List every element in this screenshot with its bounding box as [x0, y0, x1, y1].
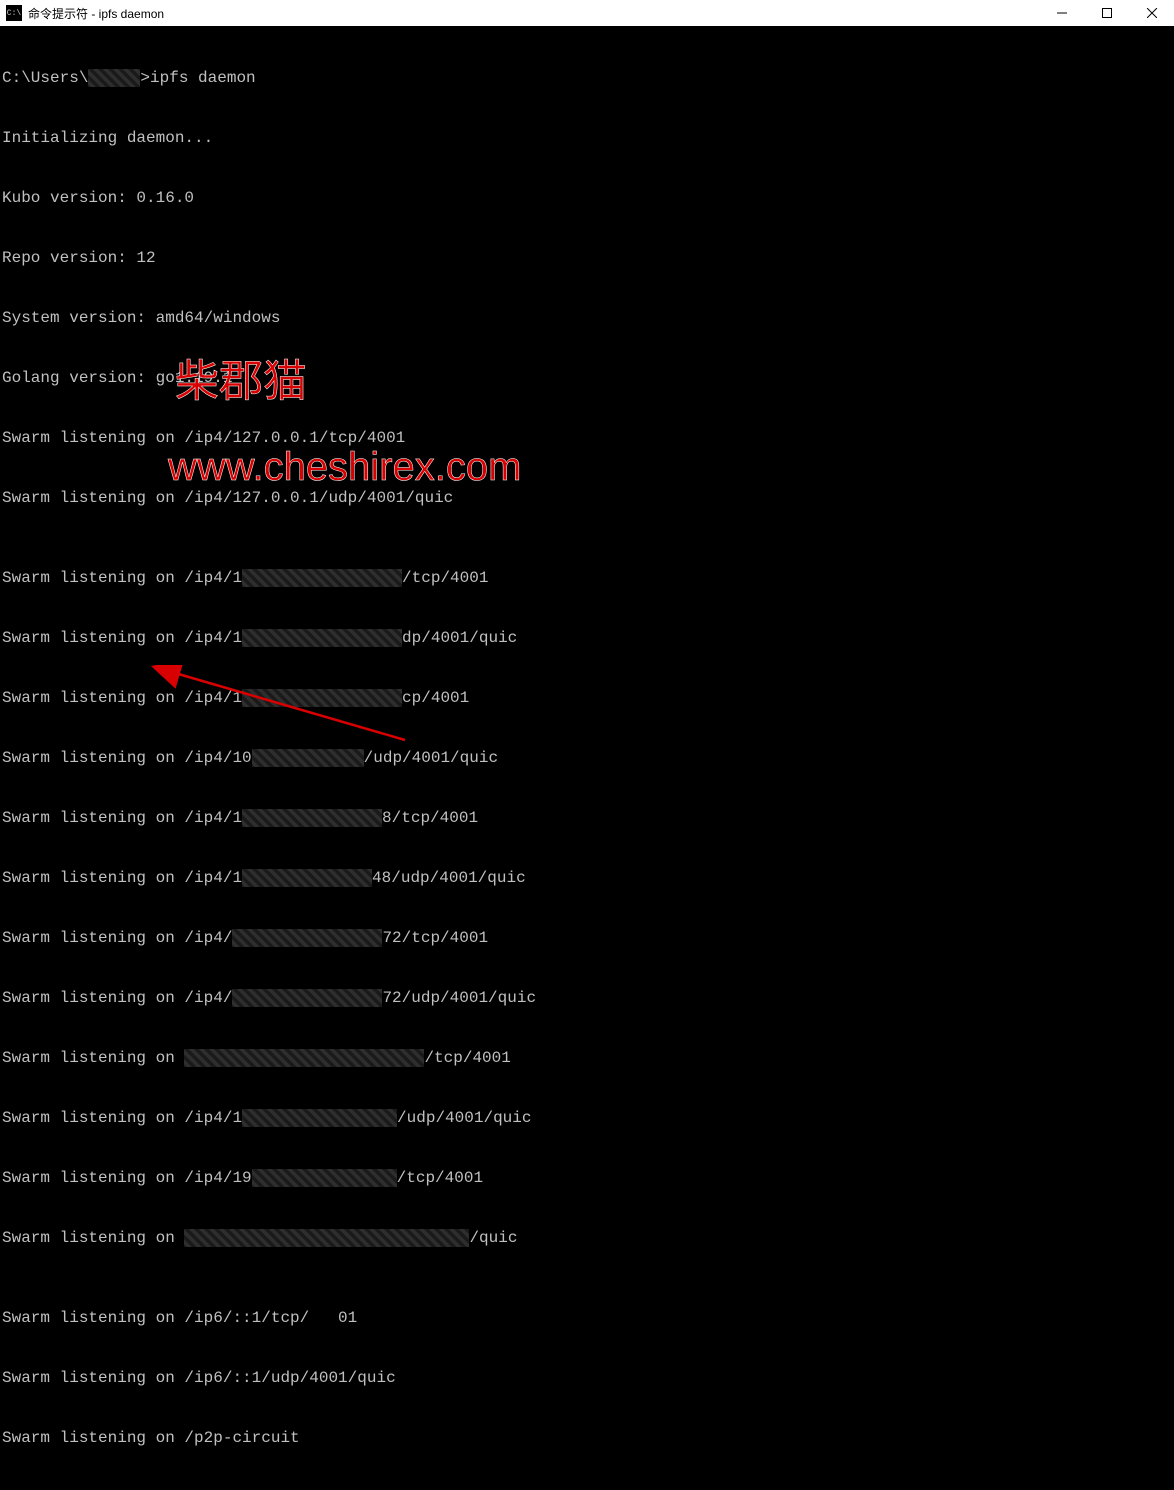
window-title: 命令提示符 - ipfs daemon — [28, 5, 164, 22]
line-suffix: 48/udp/4001/quic — [372, 869, 526, 887]
line-prefix: Swarm listening on /ip4/1 — [2, 809, 242, 827]
output-line: Swarm listening on /quic — [2, 1228, 1174, 1248]
output-line: Swarm listening on /ip4/72/udp/4001/quic — [2, 988, 1174, 1008]
line-suffix: /tcp/4001 — [424, 1049, 510, 1067]
output-line: Swarm listening on /ip4/1 48/udp/4001/qui… — [2, 868, 1174, 888]
redacted-ip — [232, 929, 382, 947]
output-line: Swarm listening on /ip4/72/tcp/4001 — [2, 928, 1174, 948]
line-suffix: /tcp/4001 — [397, 1169, 483, 1187]
line-prefix: Swarm listening on /ip4/1 — [2, 869, 242, 887]
line-suffix: 72/tcp/4001 — [382, 929, 488, 947]
line-suffix: 72/udp/4001/quic — [382, 989, 536, 1007]
line-suffix: /quic — [469, 1229, 517, 1247]
output-line: Swarm listening on /p2p-circuit — [2, 1428, 1174, 1448]
output-line: Swarm listening on /ip4/10/udp/4001/quic — [2, 748, 1174, 768]
line-prefix: Swarm listening on /ip4/ — [2, 929, 232, 947]
output-line: Swarm listening on /ip4/1 dp/4001/quic — [2, 628, 1174, 648]
line-prefix: Swarm listening on /ip4/1 — [2, 569, 242, 587]
line-prefix: Swarm listening on — [2, 1229, 184, 1247]
line-prefix: Swarm listening on /ip4/1 — [2, 689, 242, 707]
output-line: Swarm listening on /ip4/19/tcp/4001 — [2, 1168, 1174, 1188]
output-line: Swarm listening on /ip4/1 8/tcp/4001 — [2, 808, 1174, 828]
line-suffix: /udp/4001/quic — [397, 1109, 531, 1127]
terminal-output[interactable]: C:\Users\ >ipfs daemon Initializing daemo… — [0, 26, 1174, 1490]
redacted-ip — [232, 989, 382, 1007]
minimize-button[interactable] — [1039, 0, 1084, 26]
line-prefix: Swarm listening on /ip4/ — [2, 989, 232, 1007]
output-line: Swarm listening on /ip6/::1/udp/4001/qui… — [2, 1368, 1174, 1388]
redacted-ip — [242, 809, 382, 827]
redacted-ip — [242, 689, 402, 707]
redacted-user — [88, 69, 140, 87]
maximize-button[interactable] — [1084, 0, 1129, 26]
line-prefix: Swarm listening on /ip4/10 — [2, 749, 252, 767]
redacted-ip — [242, 629, 402, 647]
line-suffix: cp/4001 — [402, 689, 469, 707]
redacted-ip — [242, 869, 372, 887]
close-button[interactable] — [1129, 0, 1174, 26]
output-line: Swarm listening on /ip4/127.0.0.1/udp/40… — [2, 488, 1174, 508]
redacted-ip — [242, 1109, 397, 1127]
line-prefix: Swarm listening on /ip4/1 — [2, 629, 242, 647]
line-suffix: /tcp/4001 — [402, 569, 488, 587]
redacted-ip — [184, 1049, 424, 1067]
output-line: Swarm listening on /ip4/127.0.0.1/tcp/40… — [2, 428, 1174, 448]
output-line: System version: amd64/windows — [2, 308, 1174, 328]
output-line: Swarm listening on /ip4/1/tcp/4001 — [2, 568, 1174, 588]
output-line: Swarm announcing /ip4/127.0.0.1/tcp/4001 — [2, 1488, 1174, 1490]
output-line: Swarm listening on /ip4/1/udp/4001/quic — [2, 1108, 1174, 1128]
output-line: Swarm listening on /ip6/::1/tcp/ 01 — [2, 1308, 1174, 1328]
line-prefix: Swarm listening on /ip4/19 — [2, 1169, 252, 1187]
line-suffix: /udp/4001/quic — [364, 749, 498, 767]
redacted-ip — [252, 1169, 397, 1187]
redacted-ip — [252, 749, 364, 767]
prompt-prefix: C:\Users\ — [2, 69, 88, 87]
output-line: Repo version: 12 — [2, 248, 1174, 268]
cmd-icon: C:\ — [6, 5, 22, 21]
redacted-ip — [184, 1229, 469, 1247]
output-line: Initializing daemon... — [2, 128, 1174, 148]
line-suffix: dp/4001/quic — [402, 629, 517, 647]
prompt-suffix: >ipfs daemon — [140, 69, 255, 87]
output-line: Golang version: go1.19.1 — [2, 368, 1174, 388]
output-line: Swarm listening on /ip4/1 cp/4001 — [2, 688, 1174, 708]
line-prefix: Swarm listening on — [2, 1049, 184, 1067]
window-controls — [1039, 0, 1174, 26]
line-suffix: 8/tcp/4001 — [382, 809, 478, 827]
prompt-line: C:\Users\ >ipfs daemon — [2, 68, 1174, 88]
line-prefix: Swarm listening on /ip4/1 — [2, 1109, 242, 1127]
output-line: Kubo version: 0.16.0 — [2, 188, 1174, 208]
redacted-ip — [242, 569, 402, 587]
window-titlebar: C:\ 命令提示符 - ipfs daemon — [0, 0, 1174, 26]
output-line: Swarm listening on /tcp/4001 — [2, 1048, 1174, 1068]
